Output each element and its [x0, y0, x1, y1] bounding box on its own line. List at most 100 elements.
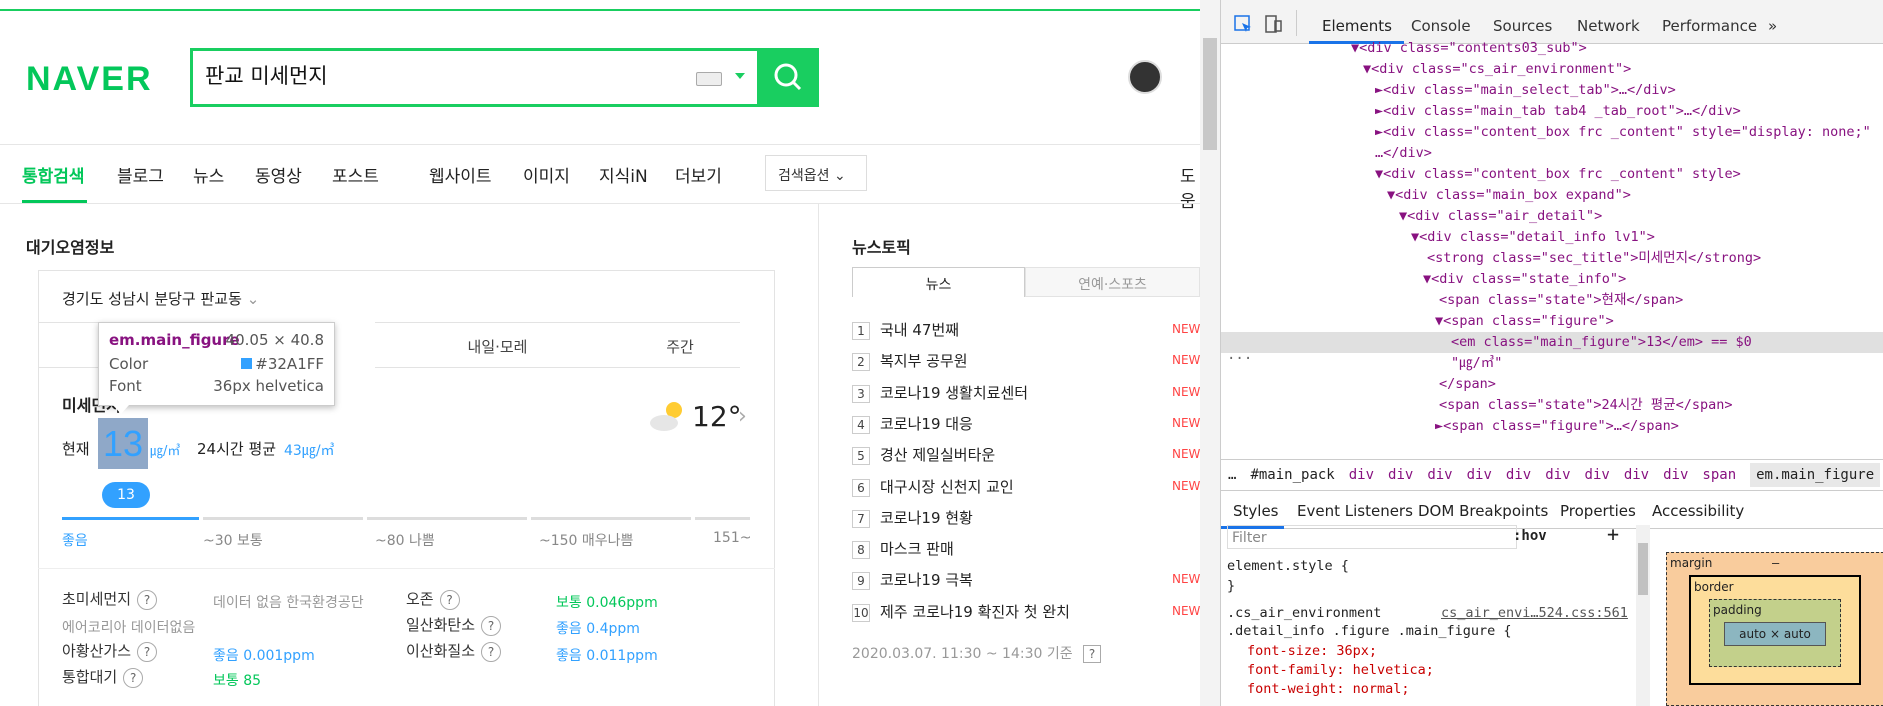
breadcrumb-item[interactable]: div	[1427, 467, 1452, 483]
tab-dom-breakpoints[interactable]: DOM Breakpoints	[1418, 502, 1548, 520]
tab-sources[interactable]: Sources	[1493, 17, 1552, 35]
help-link[interactable]: 도움	[1180, 162, 1200, 212]
dom-node[interactable]: ►<div class="main_select_tab">…</div>	[1221, 80, 1883, 101]
news-item[interactable]: 7 코로나19 현황	[852, 507, 973, 528]
hover-toggle[interactable]: :hov	[1513, 528, 1547, 544]
news-item[interactable]: 8 마스크 판매	[852, 538, 954, 560]
tab-performance[interactable]: Performance	[1662, 17, 1757, 35]
tab-news[interactable]: 뉴스	[193, 162, 224, 187]
add-rule-icon[interactable]: +	[1607, 522, 1619, 546]
tab-blog[interactable]: 블로그	[117, 162, 164, 187]
dom-node[interactable]: <span class="state">현재</span>	[1221, 290, 1883, 311]
autocomplete-toggle-icon[interactable]	[735, 73, 745, 79]
help-icon[interactable]: ?	[123, 667, 144, 688]
search-input[interactable]	[205, 63, 645, 87]
news-item[interactable]: 1 국내 47번째	[852, 319, 959, 340]
news-item[interactable]: 5 경산 제일실버타운	[852, 444, 995, 466]
css-property[interactable]: font-family: helvetica;	[1247, 661, 1434, 679]
tab-more[interactable]: 더보기	[675, 162, 722, 187]
tab-styles[interactable]: Styles	[1233, 502, 1279, 520]
tab-console[interactable]: Console	[1411, 17, 1471, 35]
css-property[interactable]: font-size: 36px;	[1247, 642, 1377, 660]
news-tab-entertainment[interactable]: 연예·스포츠	[1025, 267, 1200, 297]
news-item[interactable]: 3 코로나19 생활치료센터	[852, 382, 1028, 403]
chevron-right-icon[interactable]: ›	[738, 404, 747, 429]
rule-source-link[interactable]: cs_air_envi…524.css:561	[1441, 604, 1628, 622]
tab-image[interactable]: 이미지	[523, 162, 570, 187]
breadcrumb-item[interactable]: div	[1388, 467, 1413, 483]
help-icon[interactable]: ?	[137, 589, 158, 610]
news-item[interactable]: 9 코로나19 극복	[852, 569, 973, 591]
news-item[interactable]: 4 코로나19 대응	[852, 413, 973, 434]
news-item[interactable]: 2 복지부 공무원	[852, 350, 968, 372]
help-icon[interactable]: ?	[137, 641, 158, 662]
device-toggle-icon[interactable]	[1263, 14, 1283, 34]
dom-node[interactable]: <strong class="sec_title">미세먼지</strong>	[1221, 248, 1883, 269]
css-property[interactable]: font-weight: normal;	[1247, 680, 1410, 698]
breadcrumb-item[interactable]: div	[1506, 467, 1531, 483]
breadcrumb-item[interactable]: div	[1467, 467, 1492, 483]
help-icon[interactable]: ?	[481, 615, 502, 636]
dom-node[interactable]: ▼<div class="main_box expand">	[1221, 185, 1883, 206]
rule-selector[interactable]: .cs_air_environment	[1227, 604, 1381, 622]
dom-node[interactable]: ►<div class="content_box frc _content" s…	[1221, 122, 1883, 143]
tab-network[interactable]: Network	[1577, 17, 1640, 35]
tab-integrated[interactable]: 통합검색	[22, 162, 85, 187]
tab-website[interactable]: 웹사이트	[429, 162, 492, 187]
news-item[interactable]: 10 제주 코로나19 확진자 첫 완치	[852, 601, 1070, 622]
dom-node[interactable]: </span>	[1221, 374, 1883, 395]
tab-kin[interactable]: 지식iN	[599, 162, 648, 187]
tab-elements[interactable]: Elements	[1322, 17, 1392, 35]
more-tabs-icon[interactable]: »	[1768, 17, 1777, 35]
help-icon[interactable]: ?	[439, 589, 460, 610]
page-scrollbar-thumb[interactable]	[1203, 38, 1217, 150]
breadcrumb-item[interactable]: div	[1663, 467, 1688, 483]
temperature[interactable]: 12°	[692, 400, 742, 433]
breadcrumb-item[interactable]: div	[1545, 467, 1570, 483]
dom-node[interactable]: ▼<div class="air_detail">	[1221, 206, 1883, 227]
dom-node[interactable]: ▼<div class="cs_air_environment">	[1221, 59, 1883, 80]
help-icon[interactable]: ?	[1083, 645, 1102, 663]
avatar[interactable]	[1128, 60, 1162, 94]
search-options-button[interactable]: 검색옵션 ⌄	[765, 155, 867, 191]
breadcrumb-item[interactable]: …	[1228, 467, 1236, 483]
dom-node[interactable]: ▼<div class="detail_info lv1">	[1221, 227, 1883, 248]
breadcrumb-item[interactable]: em.main_figure	[1750, 463, 1881, 487]
tab-accessibility[interactable]: Accessibility	[1652, 502, 1744, 520]
dom-node[interactable]: ▼<div class="content_box frc _content" s…	[1221, 164, 1883, 185]
keyboard-icon[interactable]	[696, 72, 722, 86]
tab-video[interactable]: 동영상	[255, 162, 302, 187]
location-select[interactable]: 경기도 성남시 분당구 판교동 ⌄	[62, 288, 259, 309]
dom-node[interactable]: "㎍/㎥"	[1221, 353, 1883, 374]
element-style-rule[interactable]: element.style {	[1227, 557, 1349, 575]
more-actions-icon[interactable]: ···	[1227, 351, 1252, 367]
tab-weekly[interactable]: 주간	[620, 322, 740, 368]
breadcrumb-item[interactable]: span	[1702, 467, 1736, 483]
breadcrumb-item[interactable]: div	[1624, 467, 1649, 483]
dom-node[interactable]: ▼<span class="figure">	[1221, 311, 1883, 332]
breadcrumb-item[interactable]: div	[1349, 467, 1374, 483]
styles-scrollbar-thumb[interactable]	[1638, 543, 1648, 595]
breadcrumb-item[interactable]: #main_pack	[1250, 467, 1334, 483]
dom-node[interactable]: ►<span class="figure">…</span>	[1221, 416, 1883, 437]
styles-filter-input[interactable]: Filter	[1227, 525, 1517, 549]
tab-event-listeners[interactable]: Event Listeners	[1297, 502, 1413, 520]
inspect-icon[interactable]	[1233, 14, 1253, 34]
dom-node[interactable]: ►<div class="main_tab tab4 _tab_root">…<…	[1221, 101, 1883, 122]
tab-post[interactable]: 포스트	[332, 162, 379, 187]
rule-selector[interactable]: .detail_info .figure .main_figure {	[1227, 622, 1511, 640]
dom-node[interactable]: ▼<div class="state_info">	[1221, 269, 1883, 290]
breadcrumb-item[interactable]: div	[1585, 467, 1610, 483]
tab-tomorrow[interactable]: 내일·모레	[375, 322, 620, 368]
selected-dom-node[interactable]: <em class="main_figure">13</em> == $0	[1221, 332, 1883, 353]
dom-node[interactable]: ▼<div class="contents03_sub">	[1221, 38, 1883, 59]
naver-logo[interactable]: NAVER	[26, 60, 153, 99]
dom-node[interactable]: <span class="state">24시간 평균</span>	[1221, 395, 1883, 416]
tab-properties[interactable]: Properties	[1560, 502, 1636, 520]
help-icon[interactable]: ?	[481, 641, 502, 662]
news-item[interactable]: 6 대구시장 신천지 교인	[852, 476, 1014, 497]
search-button[interactable]	[757, 48, 819, 107]
news-tab-news[interactable]: 뉴스	[852, 267, 1025, 297]
dom-node[interactable]: …</div>	[1221, 143, 1883, 164]
search-box[interactable]	[190, 48, 760, 107]
